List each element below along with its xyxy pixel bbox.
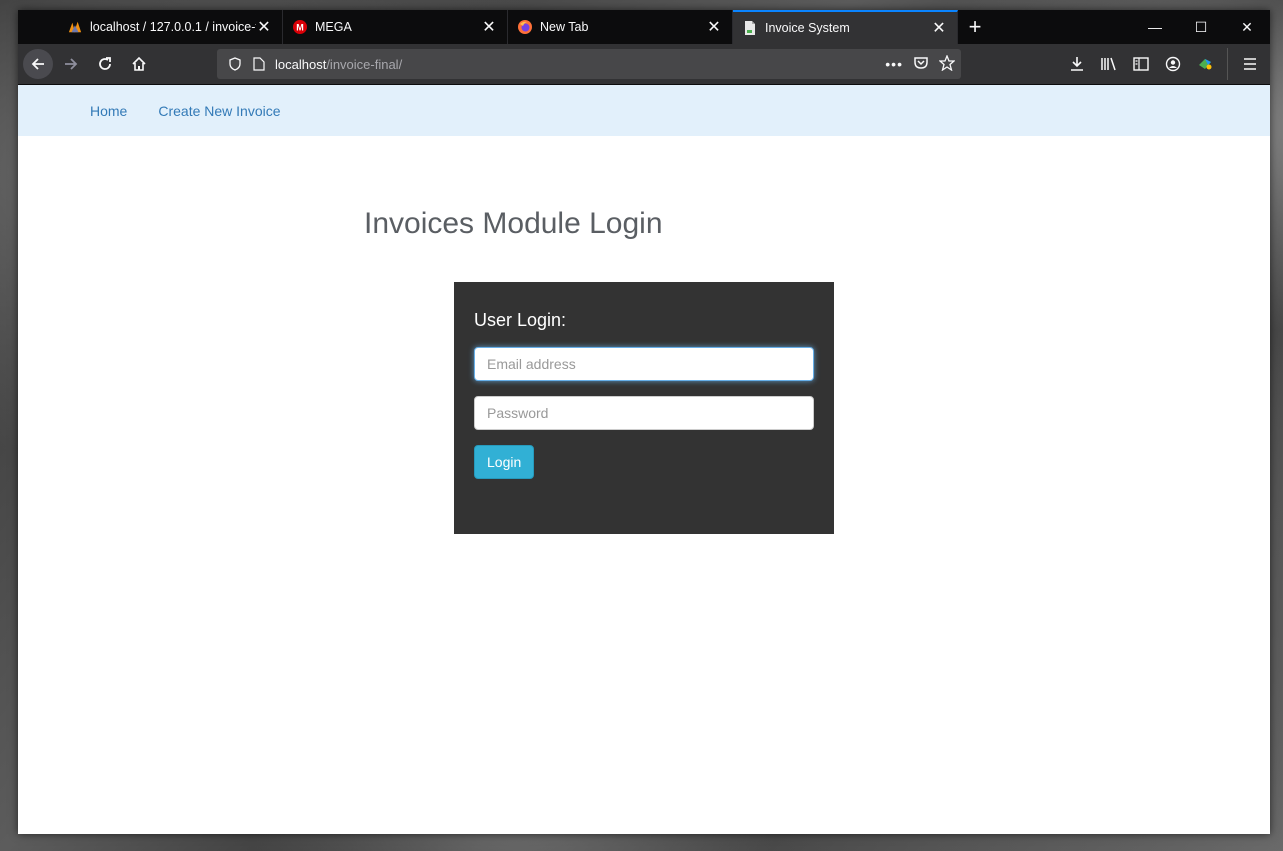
- toolbar-separator: [1227, 48, 1228, 80]
- url-host: localhost: [275, 56, 327, 72]
- arrow-left-icon: [31, 58, 44, 70]
- bookmark-star-icon[interactable]: [938, 53, 956, 74]
- tab-title: Invoice System: [765, 21, 850, 35]
- new-tab-button[interactable]: +: [958, 10, 992, 44]
- email-field[interactable]: [474, 347, 814, 381]
- tab-phpmyadmin[interactable]: localhost / 127.0.0.1 / invoice-fi ✕: [58, 10, 283, 44]
- nav-link-create-invoice[interactable]: Create New Invoice: [158, 103, 280, 119]
- downloads-icon[interactable]: [1061, 48, 1093, 80]
- back-button[interactable]: [23, 49, 53, 79]
- url-bar[interactable]: localhost/invoice-final/ •••: [217, 49, 961, 79]
- login-heading: User Login:: [474, 310, 567, 330]
- library-icon[interactable]: [1093, 48, 1125, 80]
- firefox-icon: [518, 20, 532, 34]
- tab-new-tab[interactable]: New Tab ✕: [508, 10, 733, 44]
- close-icon[interactable]: ✕: [256, 19, 272, 36]
- close-icon[interactable]: ✕: [706, 19, 722, 36]
- login-panel: User Login: Login: [454, 282, 834, 534]
- home-icon: [132, 56, 146, 71]
- extension-icon[interactable]: [1189, 48, 1221, 80]
- phpmyadmin-icon: [68, 20, 82, 34]
- pocket-icon[interactable]: [913, 56, 929, 73]
- page-info-icon[interactable]: [247, 57, 271, 71]
- tab-mega[interactable]: M MEGA ✕: [283, 10, 508, 44]
- svg-text:M: M: [296, 23, 304, 33]
- reload-icon: [99, 57, 111, 70]
- tab-title: localhost / 127.0.0.1 / invoice-fi: [90, 20, 256, 34]
- tab-strip: localhost / 127.0.0.1 / invoice-fi ✕ M M…: [18, 10, 1270, 44]
- arrow-right-icon: [65, 58, 78, 70]
- maximize-button[interactable]: ☐: [1178, 10, 1224, 44]
- menu-icon[interactable]: [1234, 48, 1266, 80]
- close-icon[interactable]: ✕: [481, 19, 497, 36]
- password-field[interactable]: [474, 396, 814, 430]
- tab-invoice-system[interactable]: Invoice System ✕: [733, 10, 958, 44]
- site-navbar: Home Create New Invoice: [18, 85, 1270, 136]
- account-icon[interactable]: [1157, 48, 1189, 80]
- browser-window: localhost / 127.0.0.1 / invoice-fi ✕ M M…: [18, 10, 1270, 834]
- mega-icon: M: [293, 20, 307, 34]
- document-icon: [743, 21, 757, 35]
- home-button[interactable]: [123, 48, 155, 80]
- nav-link-home[interactable]: Home: [90, 103, 127, 119]
- page-title: Invoices Module Login: [364, 207, 663, 240]
- tab-title: MEGA: [315, 20, 352, 34]
- navigation-toolbar: localhost/invoice-final/ •••: [18, 44, 1270, 85]
- forward-button[interactable]: [55, 48, 87, 80]
- minimize-button[interactable]: —: [1132, 10, 1178, 44]
- close-icon[interactable]: ✕: [931, 20, 947, 37]
- page-actions-icon[interactable]: •••: [885, 56, 903, 72]
- window-close-button[interactable]: ✕: [1224, 10, 1270, 44]
- url-path: /invoice-final/: [326, 56, 403, 72]
- sidebar-icon[interactable]: [1125, 48, 1157, 80]
- tab-title: New Tab: [540, 20, 589, 34]
- login-button[interactable]: Login: [474, 445, 535, 479]
- reload-button[interactable]: [89, 48, 121, 80]
- page-content: Home Create New Invoice Invoices Module …: [18, 85, 1270, 834]
- tracking-shield-icon[interactable]: [223, 57, 247, 71]
